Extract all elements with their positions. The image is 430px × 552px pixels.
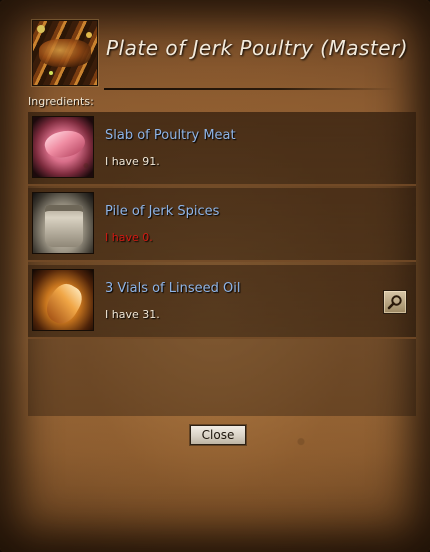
plate-of-jerk-poultry-icon	[32, 20, 98, 86]
ingredient-name[interactable]: Pile of Jerk Spices	[105, 204, 219, 219]
poultry-meat-icon	[32, 116, 94, 178]
title-divider	[104, 88, 396, 90]
magnifier-icon	[387, 295, 402, 310]
ingredient-name[interactable]: Slab of Poultry Meat	[105, 128, 236, 143]
recipe-title: Plate of Jerk Poultry (Master)	[106, 36, 409, 60]
recipe-window: Plate of Jerk Poultry (Master) Ingredien…	[0, 0, 430, 552]
find-ingredient-button[interactable]	[383, 290, 407, 314]
ingredients-label: Ingredients:	[28, 95, 94, 108]
ingredient-row-jerk-spices[interactable]: Pile of Jerk Spices I have 0.	[28, 188, 416, 262]
ingredient-count: I have 91.	[105, 155, 160, 168]
linseed-oil-vial-icon	[32, 269, 94, 331]
close-button[interactable]: Close	[190, 425, 246, 445]
ingredient-name[interactable]: 3 Vials of Linseed Oil	[105, 281, 240, 296]
spice-bag-icon	[32, 192, 94, 254]
ingredient-count: I have 31.	[105, 308, 160, 321]
ingredient-row-linseed-oil[interactable]: 3 Vials of Linseed Oil I have 31.	[28, 265, 416, 339]
ingredient-count-missing: I have 0.	[105, 231, 153, 244]
ingredient-row-poultry-meat[interactable]: Slab of Poultry Meat I have 91.	[28, 112, 416, 186]
